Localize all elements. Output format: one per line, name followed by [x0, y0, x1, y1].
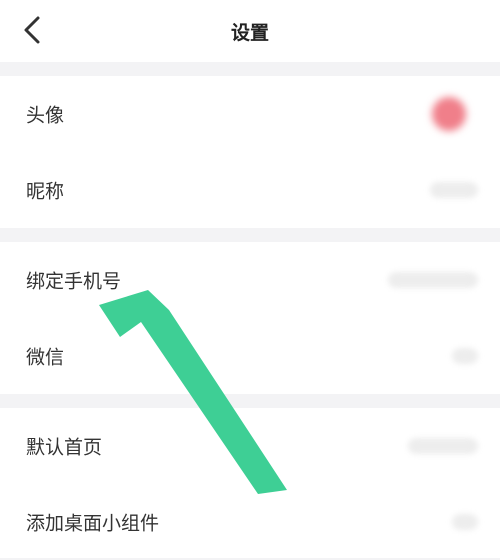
settings-group-account: 绑定手机号 微信 [0, 242, 500, 394]
settings-row-nickname[interactable]: 昵称 [0, 152, 500, 228]
avatar [432, 97, 466, 131]
page-title: 设置 [230, 22, 269, 44]
settings-row-avatar[interactable]: 头像 [0, 76, 500, 152]
settings-row-bind-phone[interactable]: 绑定手机号 [0, 242, 500, 318]
settings-row-wechat[interactable]: 微信 [0, 318, 500, 394]
settings-row-default-home[interactable]: 默认首页 [0, 408, 500, 484]
row-label: 微信 [26, 346, 65, 369]
row-label: 头像 [26, 104, 65, 127]
row-label: 默认首页 [26, 436, 103, 459]
row-label: 昵称 [26, 180, 65, 203]
row-label: 添加桌面小组件 [26, 512, 160, 535]
settings-group-general: 默认首页 添加桌面小组件 [0, 408, 500, 558]
row-label: 绑定手机号 [26, 270, 122, 293]
widget-value [452, 514, 478, 530]
top-bar: 设置 [0, 0, 500, 62]
phone-value [388, 272, 478, 288]
wechat-value [452, 348, 478, 364]
settings-group-profile: 头像 昵称 [0, 76, 500, 228]
nickname-value [430, 182, 478, 198]
settings-row-add-widget[interactable]: 添加桌面小组件 [0, 484, 500, 560]
default-home-value [408, 438, 478, 454]
